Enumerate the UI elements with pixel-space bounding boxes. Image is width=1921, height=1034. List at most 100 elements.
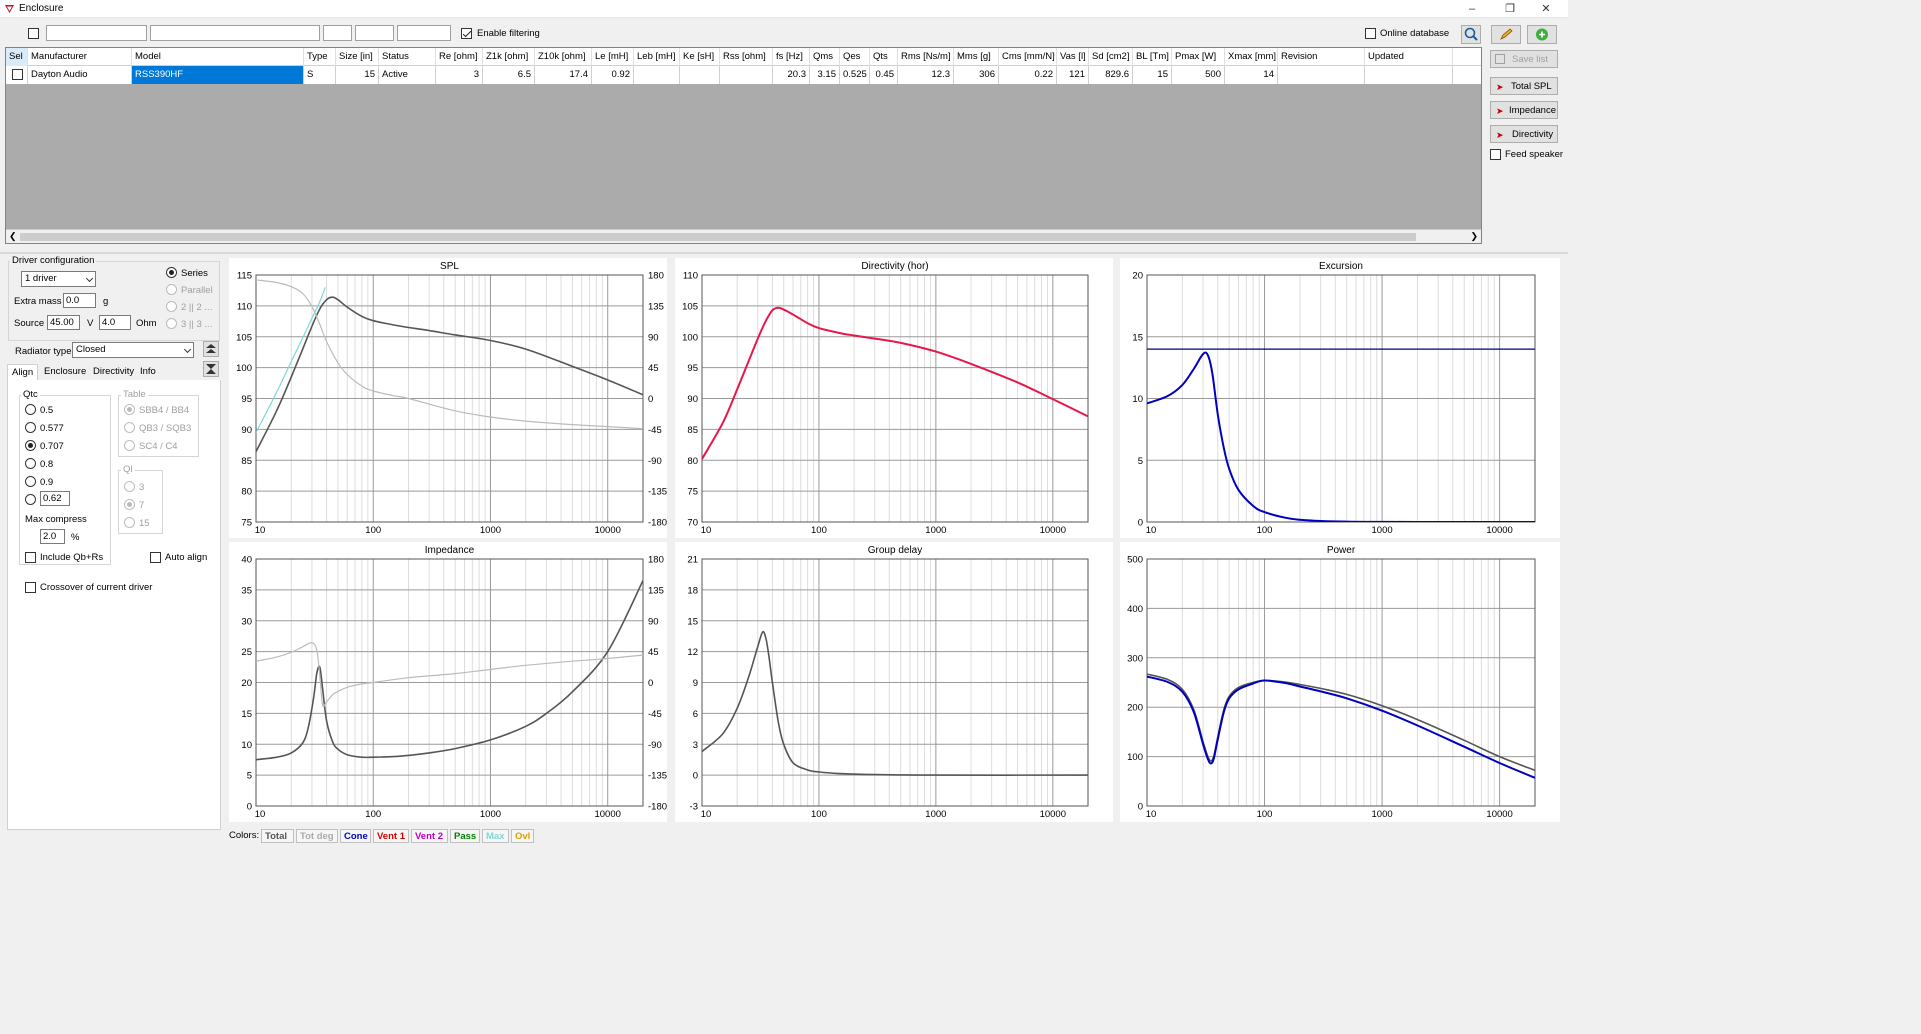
crossover-checkbox[interactable] [25,582,36,593]
table-radio-qb3-sqb3[interactable] [124,422,135,433]
column-header-mms-g[interactable]: Mms [g] [954,48,999,66]
radiator-type-select[interactable]: Closed [72,342,194,358]
cell-sd-cm2[interactable]: 829.6 [1089,66,1133,84]
horizontal-scrollbar[interactable]: ❮ ❯ [6,229,1481,243]
cell-status[interactable]: Active [379,66,436,84]
qtc-radio-0-8[interactable] [25,458,36,469]
scroll-left-icon[interactable]: ❮ [9,231,17,242]
excursion-chart[interactable]: Excursion 20 15 10 5 0 10 100 1000 10000 [1120,258,1560,538]
cell-qms[interactable]: 3.15 [810,66,840,84]
column-header-sd-cm2[interactable]: Sd [cm2] [1089,48,1133,66]
filter-manufacturer-input[interactable] [46,25,147,41]
legend-vent-1[interactable]: Vent 1 [373,829,409,843]
tab-enclosure[interactable]: Enclosure [40,364,90,380]
ql-radio-3[interactable] [124,481,135,492]
column-header-revision[interactable]: Revision [1278,48,1365,66]
source-impedance-input[interactable]: 4.0 [99,315,131,330]
row-select-checkbox[interactable] [12,69,23,80]
column-header-vas-l[interactable]: Vas [l] [1057,48,1089,66]
column-header-type[interactable]: Type [304,48,336,66]
column-header-cms-mm-n[interactable]: Cms [mm/N] [999,48,1057,66]
table-radio-sbb4-bb4[interactable] [124,404,135,415]
column-header-leb-mh[interactable]: Leb [mH] [634,48,680,66]
legend-total[interactable]: Total [261,829,294,843]
qtc-radio-0-577[interactable] [25,422,36,433]
table-radio-sc4-c4[interactable] [124,440,135,451]
3x3-radio[interactable] [166,318,177,329]
impedance-plot[interactable]: Impedance 40 35 30 25 20 15 10 5 0 180 135 90 45 0 -45 -… [229,542,667,822]
tab-directivity[interactable]: Directivity [89,364,138,380]
max-compress-input[interactable]: 2.0 [40,529,65,544]
column-header-le-mh[interactable]: Le [mH] [592,48,634,66]
edit-button[interactable] [1491,25,1521,44]
column-header-xmax-mm[interactable]: Xmax [mm] [1225,48,1278,66]
qtc-custom-input[interactable]: 0.62 [40,491,70,506]
column-header-sel[interactable]: Sel [6,48,28,66]
close-button[interactable]: ✕ [1536,1,1556,17]
legend-max[interactable]: Max [482,829,509,843]
auto-align-checkbox[interactable] [150,552,161,563]
filter-type-input[interactable] [323,25,352,41]
cell-size-in[interactable]: 15 [336,66,379,84]
directivity-chart[interactable]: Directivity (hor) 110 105 100 95 90 85 80 75 70 10… [675,258,1113,538]
cell-z10k-ohm[interactable]: 17.4 [535,66,592,84]
column-header-z10k-ohm[interactable]: Z10k [ohm] [535,48,592,66]
cell-rms-ns-m[interactable]: 12.3 [898,66,954,84]
cell-bl-tm[interactable]: 15 [1133,66,1172,84]
group-delay-chart[interactable]: Group delay 21 18 15 12 9 6 3 0 -3 10 100 1000 10000 [675,542,1113,822]
filter-model-input[interactable] [150,25,320,41]
cell-le-mh[interactable]: 0.92 [592,66,634,84]
search-button[interactable] [1461,25,1481,44]
cell-re-ohm[interactable]: 3 [436,66,483,84]
column-header-model[interactable]: Model [132,48,304,66]
tab-info[interactable]: Info [136,364,160,380]
filter-size-input[interactable] [355,25,394,41]
cell-model[interactable]: RSS390HF [132,66,304,84]
add-button[interactable] [1527,25,1557,44]
impedance-button[interactable]: ➤ Impedance [1490,101,1558,119]
column-header-bl-tm[interactable]: BL [Tm] [1133,48,1172,66]
cell-ke-sh[interactable] [680,66,720,84]
spl-chart[interactable]: SPL 115 110 105 100 95 90 85 80 75 180 135 90 45 0 -45 -… [229,258,667,538]
table-row[interactable]: Dayton Audio RSS390HF S 15 Active 3 6.5 17.4 0.9… [6,66,1481,84]
directivity-button[interactable]: ➤ Directivity [1490,125,1558,143]
cell-type[interactable]: S [304,66,336,84]
legend-pass[interactable]: Pass [450,829,480,843]
column-header-rms-ns-m[interactable]: Rms [Ns/m] [898,48,954,66]
excursion-plot[interactable]: Excursion2015105010 100 1000 10000 [1120,258,1560,538]
cell-vas-l[interactable]: 121 [1057,66,1089,84]
cell-fs-hz[interactable]: 20.3 [773,66,810,84]
cell-manufacturer[interactable]: Dayton Audio [28,66,132,84]
legend-vent-2[interactable]: Vent 2 [411,829,448,843]
splitter[interactable] [0,252,1568,254]
cell-mms-g[interactable]: 306 [954,66,999,84]
column-header-rss-ohm[interactable]: Rss [ohm] [720,48,773,66]
series-radio[interactable] [166,267,177,278]
power-plot[interactable]: Power500400300200100010 100 1000 10000 [1120,542,1560,822]
scrollbar-thumb[interactable] [20,233,1416,241]
online-database-checkbox[interactable] [1365,28,1376,39]
directivity-plot[interactable]: Directivity (hor)11010510095908580757010… [675,258,1113,538]
qtc-radio-0-5[interactable] [25,404,36,415]
enable-filtering-checkbox[interactable] [461,28,472,39]
legend-cone[interactable]: Cone [340,829,371,843]
cell-updated[interactable] [1365,66,1453,84]
restore-button[interactable]: ❐ [1500,1,1520,17]
scroll-right-icon[interactable]: ❯ [1470,231,1478,242]
column-header-qes[interactable]: Qes [840,48,870,66]
driver-count-select[interactable]: 1 driver [21,271,96,287]
legend-tot-deg[interactable]: Tot deg [296,829,338,843]
source-voltage-input[interactable]: 45.00 [47,315,80,330]
cell-xmax-mm[interactable]: 14 [1225,66,1278,84]
cell-pmax-w[interactable]: 500 [1172,66,1225,84]
cell-rss-ohm[interactable] [720,66,773,84]
ql-radio-7[interactable] [124,499,135,510]
move-down-button[interactable] [203,361,219,377]
cell-revision[interactable] [1278,66,1365,84]
tab-align[interactable]: Align [7,364,39,380]
qtc-radio-0-707[interactable] [25,440,36,451]
qtc-radio-0-9[interactable] [25,476,36,487]
column-header-ke-sh[interactable]: Ke [sH] [680,48,720,66]
column-header-re-ohm[interactable]: Re [ohm] [436,48,483,66]
column-header-status[interactable]: Status [379,48,436,66]
